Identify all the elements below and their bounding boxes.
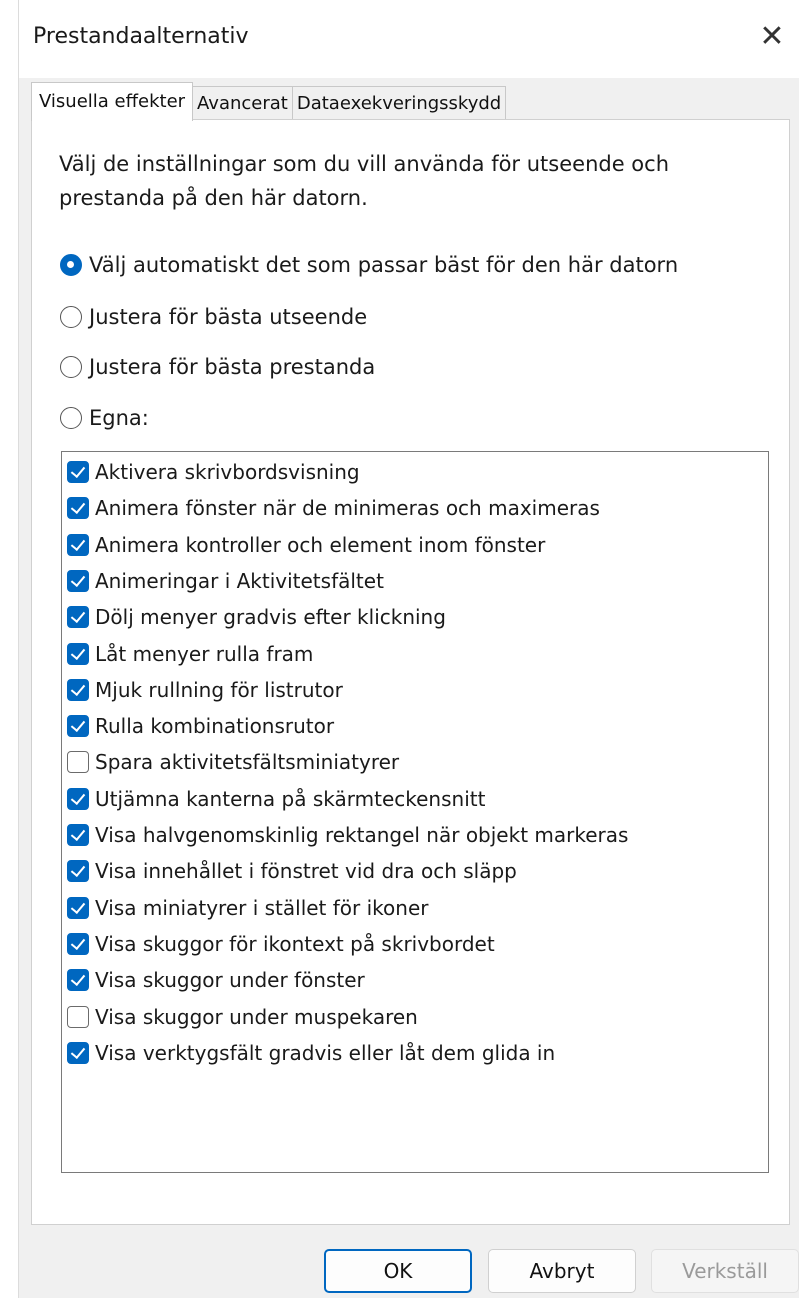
effect-item[interactable]: Låt menyer rulla fram bbox=[67, 642, 313, 666]
effect-item[interactable]: Animera fönster när de minimeras och max… bbox=[67, 496, 600, 520]
checkbox-checked-icon[interactable] bbox=[67, 824, 89, 846]
effect-item[interactable]: Animera kontroller och element inom föns… bbox=[67, 533, 545, 557]
effect-item[interactable]: Visa verktygsfält gradvis eller låt dem … bbox=[67, 1041, 555, 1065]
checkbox-checked-icon[interactable] bbox=[67, 787, 89, 810]
effect-item[interactable]: Animeringar i Aktivitetsfältet bbox=[67, 569, 384, 593]
effect-label: Visa verktygsfält gradvis eller låt dem … bbox=[95, 1040, 556, 1065]
effect-label: Aktivera skrivbordsvisning bbox=[95, 460, 360, 484]
checkbox-checked-icon[interactable] bbox=[67, 533, 89, 556]
radio-label: Egna: bbox=[89, 406, 149, 430]
checkbox-checked-icon[interactable] bbox=[67, 678, 89, 701]
radio-best-appearance[interactable]: Justera för bästa utseende bbox=[60, 305, 367, 329]
intro-text: Välj de inställningar som du vill använd… bbox=[59, 152, 670, 210]
checkbox-checked-icon[interactable] bbox=[67, 497, 89, 520]
visual-effects-list[interactable]: Aktivera skrivbordsvisning Animera fönste… bbox=[61, 451, 769, 1173]
close-icon[interactable]: ✕ bbox=[752, 16, 792, 56]
checkbox-checked-icon[interactable] bbox=[67, 642, 89, 665]
effect-item[interactable]: Visa innehållet i fönstret vid dra och s… bbox=[67, 859, 517, 883]
effect-item[interactable]: Visa skuggor under fönster bbox=[67, 968, 365, 992]
effect-item[interactable]: Visa skuggor under muspekaren bbox=[67, 1005, 418, 1029]
checkbox-checked-icon[interactable] bbox=[67, 715, 89, 738]
cancel-button[interactable]: Avbryt bbox=[488, 1249, 636, 1293]
title-bar: Prestandaalternativ ✕ bbox=[19, 0, 799, 78]
radio-label: Välj automatiskt det som passar bäst för… bbox=[89, 253, 679, 277]
effect-label: Spara aktivitetsfältsminiatyrer bbox=[95, 750, 400, 775]
checkbox-checked-icon[interactable] bbox=[67, 569, 89, 592]
window-title: Prestandaalternativ bbox=[33, 24, 249, 49]
effect-item[interactable]: Visa skuggor för ikontext på skrivbordet bbox=[67, 932, 495, 956]
effect-label: Animera kontroller och element inom föns… bbox=[95, 532, 546, 557]
effect-label: Dölj menyer gradvis efter klickning bbox=[95, 605, 446, 630]
effect-label: Rulla kombinationsrutor bbox=[95, 714, 335, 739]
ok-button[interactable]: OK bbox=[324, 1249, 472, 1293]
effect-label: Visa skuggor under fönster bbox=[95, 968, 365, 993]
checkbox-icon[interactable] bbox=[67, 751, 89, 774]
radio-icon[interactable] bbox=[60, 407, 82, 429]
effect-item[interactable]: Mjuk rullning för listrutor bbox=[67, 678, 343, 702]
effect-label: Visa skuggor under muspekaren bbox=[95, 1004, 418, 1029]
radio-auto[interactable]: Välj automatiskt det som passar bäst för… bbox=[60, 253, 678, 277]
tab-data-execution-prevention[interactable]: Dataexekveringsskydd bbox=[291, 86, 507, 121]
checkbox-checked-icon[interactable] bbox=[67, 606, 89, 629]
tab-visual-effects[interactable]: Visuella effekter bbox=[31, 82, 194, 121]
checkbox-checked-icon[interactable] bbox=[67, 896, 89, 919]
checkbox-checked-icon[interactable] bbox=[67, 860, 89, 883]
effect-item[interactable]: Dölj menyer gradvis efter klickning bbox=[67, 605, 446, 629]
effect-item[interactable]: Aktivera skrivbordsvisning bbox=[67, 460, 360, 484]
effect-item[interactable]: Spara aktivitetsfältsminiatyrer bbox=[67, 750, 399, 774]
radio-label: Justera för bästa prestanda bbox=[89, 355, 376, 379]
radio-best-performance[interactable]: Justera för bästa prestanda bbox=[60, 355, 375, 379]
checkbox-checked-icon[interactable] bbox=[67, 461, 89, 483]
effect-label: Animeringar i Aktivitetsfältet bbox=[95, 568, 384, 593]
effect-label: Animera fönster när de minimeras och max… bbox=[95, 496, 600, 521]
radio-icon[interactable] bbox=[60, 306, 82, 328]
apply-button[interactable]: Verkställ bbox=[651, 1249, 799, 1293]
tab-panel: Välj de inställningar som du vill använd… bbox=[31, 119, 790, 1225]
effect-item[interactable]: Utjämna kanterna på skärmteckensnitt bbox=[67, 787, 485, 811]
radio-custom[interactable]: Egna: bbox=[60, 406, 149, 430]
tab-advanced[interactable]: Avancerat bbox=[192, 86, 293, 121]
effect-label: Visa skuggor för ikontext på skrivbordet bbox=[95, 931, 495, 956]
effect-item[interactable]: Rulla kombinationsrutor bbox=[67, 714, 334, 738]
effect-label: Visa innehållet i fönstret vid dra och s… bbox=[95, 859, 517, 884]
effect-label: Visa halvgenomskinlig rektangel när obje… bbox=[95, 823, 629, 847]
radio-selected-icon[interactable] bbox=[60, 254, 82, 276]
effect-item[interactable]: Visa halvgenomskinlig rektangel när obje… bbox=[67, 823, 628, 847]
checkbox-checked-icon[interactable] bbox=[67, 1041, 89, 1064]
performance-options-dialog: Prestandaalternativ ✕ Visuella effekter … bbox=[18, 0, 799, 1298]
effect-label: Visa miniatyrer i stället för ikoner bbox=[95, 895, 429, 920]
checkbox-checked-icon[interactable] bbox=[67, 932, 89, 955]
checkbox-icon[interactable] bbox=[67, 1005, 89, 1028]
checkbox-checked-icon[interactable] bbox=[67, 969, 89, 992]
radio-icon[interactable] bbox=[60, 356, 82, 378]
effect-label: Låt menyer rulla fram bbox=[95, 641, 314, 666]
radio-label: Justera för bästa utseende bbox=[89, 305, 368, 329]
effect-label: Utjämna kanterna på skärmteckensnitt bbox=[95, 786, 486, 811]
tab-strip: Visuella effekter Avancerat Dataexekveri… bbox=[31, 82, 507, 121]
effect-item[interactable]: Visa miniatyrer i stället för ikoner bbox=[67, 896, 428, 920]
effect-label: Mjuk rullning för listrutor bbox=[95, 677, 343, 702]
